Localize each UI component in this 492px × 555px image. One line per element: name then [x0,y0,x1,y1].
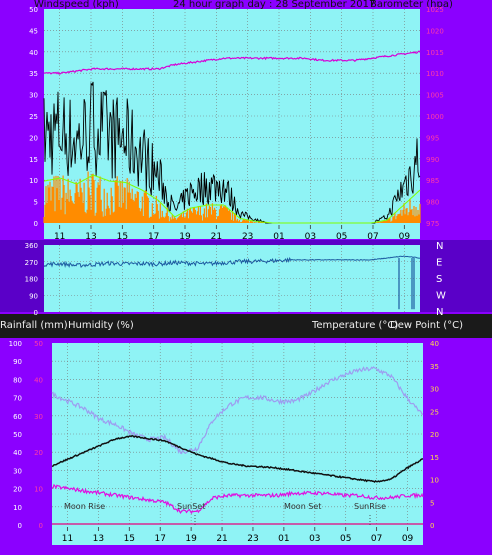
barometer-ytick-label: 1025 [426,6,444,14]
astronomy-annotation: SunSet [177,502,205,511]
humidity-ytick-label: 20 [13,486,22,494]
barometer-ytick-label: 1000 [426,113,444,121]
rainfall-ytick-label: 30 [34,413,43,421]
rainfall-ytick-label: 50 [34,340,43,348]
wind-ytick-label: 40 [29,49,38,57]
temperature-ytick-label: 0 [430,522,434,530]
barometer-ytick-label: 985 [426,177,439,185]
wind-ytick-label: 50 [29,6,38,14]
wind-xaxis-band [44,223,420,239]
direction-compass-label: S [436,274,442,285]
wind-xtick-tick-label: 07 [367,232,378,242]
humidity-ytick-label: 50 [13,431,22,439]
wind-ytick-label: 5 [34,199,38,207]
wind-ytick-label: 20 [29,134,38,142]
wind-xtick-tick-label: 13 [85,232,96,242]
temp-xtick-tick-label: 05 [340,534,351,544]
wind-xtick-tick-label: 11 [54,232,65,242]
wind-xtick-tick-label: 21 [211,232,222,242]
humidity-ytick-label: 70 [13,395,22,403]
temp-xtick-tick-label: 21 [216,534,227,544]
temp-xtick-tick-label: 09 [402,534,414,544]
wind-xtick-tick-label: 01 [273,232,284,242]
barometer-ytick-label: 980 [426,199,439,207]
wind-xtick-tick-label: 17 [148,232,159,242]
temperature-ytick-label: 35 [430,363,439,371]
wind-xtick-tick-label: 09 [399,232,411,242]
wind-ytick-label: 25 [29,113,38,121]
direction-compass-label: N [436,241,443,252]
temperature-ytick-label: 25 [430,408,439,416]
temperature-ytick-label: 30 [430,386,439,394]
temp-xtick-tick-label: 07 [371,534,382,544]
barometer-ytick-label: 975 [426,220,439,228]
direction-ytick-label: 90 [29,292,38,300]
weather-charts: 0510152025303540455097598098599099510001… [9,6,446,545]
rainfall-ytick-label: 0 [39,522,43,530]
barometer-ytick-label: 1020 [426,27,444,35]
wind-xtick-tick-label: 15 [117,232,128,242]
rainfall-ytick-label: 40 [34,376,43,384]
direction-compass-label: E [436,258,442,269]
humidity-ytick-label: 30 [13,467,22,475]
direction-ytick-label: 360 [25,242,38,250]
wind-ytick-label: 0 [34,220,38,228]
humidity-ytick-label: 60 [13,413,22,421]
barometer-ytick-label: 990 [426,156,439,164]
temp-xtick-tick-label: 19 [185,534,197,544]
direction-ytick-label: 0 [34,309,38,317]
humidity-ytick-label: 0 [18,522,22,530]
barometer-ytick-label: 1015 [426,49,444,57]
direction-plot-area [44,245,420,312]
temperature-ytick-label: 20 [430,431,439,439]
humidity-ytick-label: 40 [13,449,22,457]
wind-ytick-label: 30 [29,92,38,100]
temperature-ytick-label: 5 [430,499,434,507]
temp-xtick-tick-label: 13 [93,534,104,544]
temp-xtick-tick-label: 03 [309,534,320,544]
wind-ytick-label: 15 [29,156,38,164]
temp-xtick-tick-label: 15 [124,534,135,544]
wind-xtick-tick-label: 19 [179,232,191,242]
astronomy-annotation: SunRise [354,502,386,511]
temperature-ytick-label: 15 [430,454,439,462]
humidity-ytick-label: 80 [13,376,22,384]
wind-ytick-label: 10 [29,177,38,185]
rainfall-ytick-label: 10 [34,486,43,494]
temp-xaxis-band [52,525,423,545]
astronomy-annotation: Moon Rise [64,502,105,511]
wind-ytick-label: 45 [29,27,38,35]
temp-xtick-tick-label: 01 [278,534,289,544]
barometer-ytick-label: 1010 [426,70,444,78]
astronomy-annotation: Moon Set [284,502,321,511]
temperature-ytick-label: 10 [430,477,439,485]
wind-xtick-tick-label: 05 [336,232,347,242]
humidity-ytick-label: 90 [13,358,22,366]
barometer-ytick-label: 1005 [426,92,444,100]
barometer-ytick-label: 995 [426,134,439,142]
direction-ytick-label: 180 [25,276,38,284]
direction-ytick-label: 270 [25,259,38,267]
humidity-ytick-label: 100 [9,340,22,348]
humidity-ytick-label: 10 [13,504,22,512]
temp-xtick-tick-label: 23 [247,534,258,544]
temperature-ytick-label: 40 [430,340,439,348]
wind-xtick-tick-label: 23 [242,232,253,242]
direction-compass-label: W [436,291,446,302]
temp-xtick-tick-label: 17 [154,534,165,544]
temp-xtick-tick-label: 11 [62,534,73,544]
wind-xtick-tick-label: 03 [305,232,316,242]
rainfall-ytick-label: 20 [34,449,43,457]
direction-compass-label: N [436,307,443,318]
wind-ytick-label: 35 [29,70,38,78]
